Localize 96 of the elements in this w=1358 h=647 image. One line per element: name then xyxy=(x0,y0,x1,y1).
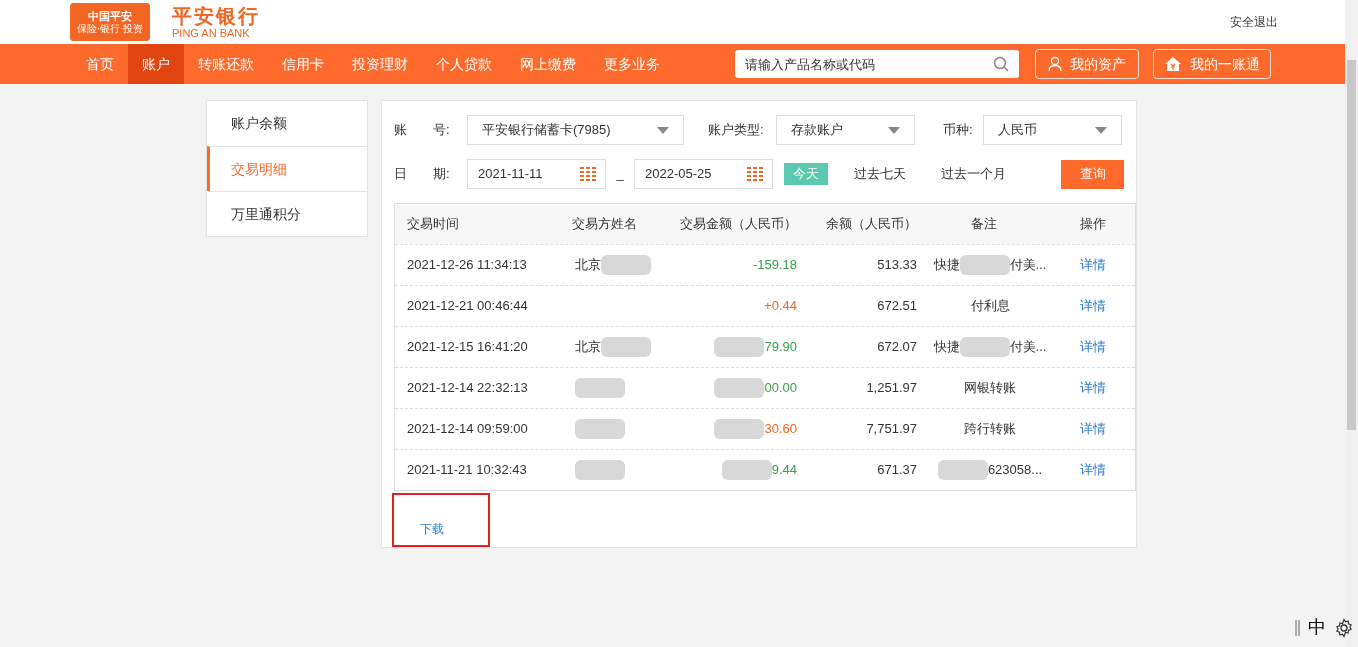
logo-badge-text: 中国平安 xyxy=(88,9,132,23)
cell-text: 跨行转账 xyxy=(964,420,1016,439)
column-header: 备注 xyxy=(970,215,998,234)
column-header: 交易金额（人民币） xyxy=(679,215,798,234)
balance-text: 7,751.97 xyxy=(865,420,917,439)
query-button[interactable]: 查询 xyxy=(1061,159,1124,189)
date-field[interactable]: 2021-11-11 xyxy=(467,159,606,189)
cell-text: 网银转账 xyxy=(964,379,1016,398)
settings-icon[interactable] xyxy=(1334,617,1354,638)
dropdown[interactable]: 平安银行储蓄卡(7985) xyxy=(467,115,684,145)
amount-text: -159.18 xyxy=(752,256,797,275)
date-range-button[interactable]: 过去一个月 xyxy=(932,163,1015,185)
details-link[interactable]: 详情 xyxy=(1051,460,1135,480)
person-icon xyxy=(1048,56,1062,72)
calendar-icon xyxy=(747,167,764,181)
column-header: 交易方姓名 xyxy=(570,215,638,234)
header-button[interactable]: 我的资产 xyxy=(1035,49,1139,79)
nav-tab[interactable]: 网上缴费 xyxy=(506,44,590,84)
cell-text: 付美... xyxy=(1009,256,1047,275)
field-label: 账 号: xyxy=(394,121,451,140)
grip-icon xyxy=(1295,619,1300,636)
cell-text: 北京 xyxy=(575,256,601,275)
field-label: 币种: xyxy=(943,121,974,140)
balance-text: 671.37 xyxy=(876,461,917,480)
transaction-time: 2021-12-26 11:34:13 xyxy=(406,256,528,275)
balance-text: 672.07 xyxy=(876,338,917,357)
balance-text: 672.51 xyxy=(876,297,917,316)
cell-text: 623058... xyxy=(987,461,1043,480)
amount-text: 00.00 xyxy=(764,379,797,398)
transaction-time: 2021-11-21 10:32:43 xyxy=(406,461,528,480)
caret-icon xyxy=(888,126,900,134)
caret-icon xyxy=(657,126,669,134)
dropdown[interactable]: 存款账户 xyxy=(776,115,915,145)
caret-icon xyxy=(1095,126,1107,134)
dropdown[interactable]: 人民币 xyxy=(983,115,1122,145)
sidebar-item[interactable]: 账户余额 xyxy=(207,101,367,146)
nav-tab[interactable]: 首页 xyxy=(72,44,128,84)
column-header: 操作 xyxy=(1079,215,1107,234)
column-header: 交易时间 xyxy=(406,215,460,234)
balance-text: 513.33 xyxy=(876,256,917,275)
redaction-block xyxy=(601,255,651,275)
nav-tab[interactable]: 转账还款 xyxy=(184,44,268,84)
amount-text: 79.90 xyxy=(764,338,797,357)
calendar-icon xyxy=(580,167,597,181)
cell-text: 付美... xyxy=(1009,338,1047,357)
sidebar-item[interactable]: 万里通积分 xyxy=(207,191,367,236)
date-range-button[interactable]: 过去七天 xyxy=(845,163,915,185)
redaction-block xyxy=(575,460,625,480)
cell-text: 北京 xyxy=(575,338,601,357)
cell-text: 快捷 xyxy=(933,338,960,357)
nav-tab[interactable]: 个人贷款 xyxy=(422,44,506,84)
redaction-block xyxy=(959,337,1010,357)
sidebar-item[interactable]: 交易明细 xyxy=(207,146,367,191)
redaction-block xyxy=(959,255,1010,275)
date-field[interactable]: 2022-05-25 xyxy=(634,159,773,189)
details-link[interactable]: 详情 xyxy=(1051,337,1135,357)
search-field[interactable]: 请输入产品名称或代码 xyxy=(735,50,1019,78)
transaction-time: 2021-12-14 09:59:00 xyxy=(406,420,529,439)
input-method-indicator[interactable]: 中 xyxy=(1308,614,1326,641)
redaction-block xyxy=(601,337,651,357)
amount-text: +0.44 xyxy=(764,297,797,316)
redaction-block xyxy=(575,419,625,439)
redaction-block xyxy=(937,460,988,480)
redaction-block xyxy=(714,337,765,357)
logo-badge-subtext: 保险·银行·投资 xyxy=(76,22,144,35)
download-link[interactable]: 下载 xyxy=(420,520,444,538)
bank-name-english: PING AN BANK xyxy=(172,27,251,39)
details-link[interactable]: 详情 xyxy=(1051,419,1135,439)
bank-name: 平安银行 xyxy=(172,5,260,27)
cell-text: 付利息 xyxy=(970,297,1010,316)
house-icon xyxy=(1164,56,1182,72)
logout-link[interactable]: 安全退出 xyxy=(1230,13,1278,31)
details-link[interactable]: 详情 xyxy=(1051,296,1135,316)
redaction-block xyxy=(714,378,765,398)
redaction-block xyxy=(575,378,625,398)
field-label: 日 期: xyxy=(394,165,451,184)
nav-tab[interactable]: 信用卡 xyxy=(268,44,338,84)
transaction-time: 2021-12-15 16:41:20 xyxy=(406,338,529,357)
field-label: 账户类型: xyxy=(708,121,765,140)
transaction-time: 2021-12-14 22:32:13 xyxy=(406,379,529,398)
date-separator: _ xyxy=(615,165,625,184)
redaction-block xyxy=(721,460,772,480)
amount-text: 9.44 xyxy=(771,461,797,480)
column-header: 余额（人民币） xyxy=(825,215,917,234)
transaction-time: 2021-12-21 00:46:44 xyxy=(406,297,529,316)
amount-text: 30.60 xyxy=(764,420,797,439)
nav-tab[interactable]: 账户 xyxy=(128,44,184,84)
redaction-block xyxy=(714,419,765,439)
balance-text: 1,251.97 xyxy=(865,379,917,398)
nav-tab[interactable]: 更多业务 xyxy=(590,44,674,84)
cell-text: 快捷 xyxy=(933,256,960,275)
search-icon[interactable] xyxy=(993,56,1009,72)
header-button[interactable]: 我的一账通 xyxy=(1153,49,1271,79)
details-link[interactable]: 详情 xyxy=(1051,255,1135,275)
nav-tab[interactable]: 投资理财 xyxy=(338,44,422,84)
details-link[interactable]: 详情 xyxy=(1051,378,1135,398)
